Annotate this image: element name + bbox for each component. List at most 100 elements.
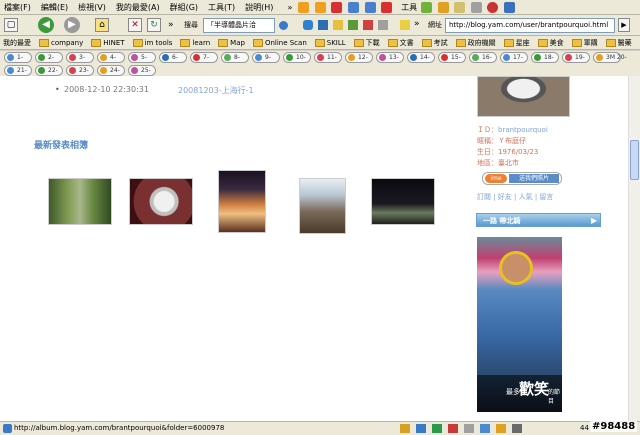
browser-tab[interactable]: 3-	[66, 52, 94, 63]
fav-folder-government[interactable]: 政府機關	[455, 38, 496, 48]
menu-tools[interactable]: 工具(T)	[208, 2, 235, 13]
refresh-button[interactable]: ↻	[147, 18, 161, 32]
tab-label: 11-	[327, 54, 337, 61]
toolbar-overflow-icon[interactable]: »	[168, 20, 174, 30]
album-thumbnail-bamboo[interactable]	[48, 178, 112, 225]
browser-tab[interactable]: 4-	[97, 52, 125, 63]
browser-tab[interactable]: 5-	[128, 52, 156, 63]
pin-icon[interactable]	[421, 1, 433, 13]
folder-icon[interactable]	[333, 20, 343, 30]
close-tab-icon[interactable]	[381, 1, 393, 13]
browser-tab[interactable]: 11-	[314, 52, 342, 63]
fav-folder-food[interactable]: 美食	[537, 38, 564, 48]
browser-tab[interactable]: 2-	[35, 52, 63, 63]
menu-view[interactable]: 檢視(V)	[78, 2, 106, 13]
pencil-icon[interactable]	[437, 1, 449, 13]
status-sound-icon	[512, 424, 522, 433]
album-thumbnail-cyclist[interactable]	[299, 178, 346, 234]
fav-folder-hinet[interactable]: HINET	[91, 38, 125, 47]
gear-icon[interactable]	[470, 1, 482, 13]
browser-tab[interactable]: 23-	[66, 65, 94, 76]
profile-id-value[interactable]: brantpourquoi	[498, 126, 548, 134]
search-input[interactable]: 「半導體晶片洽	[203, 18, 275, 33]
menu-group[interactable]: 群組(G)	[170, 2, 198, 13]
browser-tab[interactable]: 16-	[469, 52, 497, 63]
browser-tab[interactable]: 15-	[438, 52, 466, 63]
address-input[interactable]: http://blog.yam.com/user/brantpourquoi.h…	[445, 18, 615, 33]
news-icon[interactable]	[363, 20, 373, 30]
close-window-icon[interactable]	[331, 1, 343, 13]
new-page-icon[interactable]: ▢	[4, 18, 18, 32]
menu-help[interactable]: 說明(H)	[245, 2, 273, 13]
fav-folder-download[interactable]: 下載	[353, 38, 380, 48]
google-icon[interactable]	[318, 20, 328, 30]
forward-button[interactable]: ▶	[64, 17, 80, 33]
search-go-icon[interactable]	[279, 21, 288, 30]
browser-tab[interactable]: 21-	[4, 65, 32, 76]
menu-favorites[interactable]: 我的最愛(A)	[116, 2, 160, 13]
sidebar-banner[interactable]: 一路 帶北騎 ▶	[476, 213, 601, 227]
fav-folder-skill[interactable]: SKILL	[314, 38, 346, 47]
highlight-icon[interactable]	[400, 20, 410, 30]
folder-icon	[571, 38, 582, 47]
globe-icon[interactable]	[503, 1, 515, 13]
zoom-level[interactable]: 44	[580, 422, 589, 434]
fav-folder-documents[interactable]: 文書	[387, 38, 414, 48]
paw-icon[interactable]	[303, 20, 313, 30]
record-icon[interactable]	[487, 1, 499, 13]
browser-tab[interactable]: 18-	[531, 52, 559, 63]
fav-folder-im-tools[interactable]: im tools	[132, 38, 172, 47]
stop-button[interactable]: ✕	[128, 18, 142, 32]
browser-tab[interactable]: 10-	[283, 52, 311, 63]
home-icon[interactable]: ⌂	[95, 18, 109, 32]
orange-arrow-right-icon[interactable]	[314, 1, 326, 13]
browser-tab[interactable]: 1-	[4, 52, 32, 63]
orange-arrow-left-icon[interactable]	[298, 1, 310, 13]
lock-icon[interactable]	[454, 1, 466, 13]
browser-tab[interactable]: 8-	[221, 52, 249, 63]
browser-tab[interactable]: 14-	[407, 52, 435, 63]
fav-folder-astrology[interactable]: 星座	[503, 38, 530, 48]
album-thumbnail-lights[interactable]	[218, 170, 266, 233]
browser-tab[interactable]: 9-	[252, 52, 280, 63]
sidebar-ad-image[interactable]: 最多 歡笑 的節目	[477, 237, 562, 412]
album-thumbnail-night[interactable]	[371, 178, 435, 225]
browser-tab[interactable]: 19-	[562, 52, 590, 63]
browser-tab[interactable]: 24-	[97, 65, 125, 76]
browser-tab[interactable]: 17-	[500, 52, 528, 63]
ime-badge[interactable]: ime 送我們照片	[482, 172, 562, 185]
fav-folder-medicine[interactable]: 醫藥	[605, 38, 632, 48]
fav-folder-learn[interactable]: learn	[180, 38, 210, 47]
go-button[interactable]: ▶	[618, 18, 630, 32]
minimize-icon[interactable]	[347, 1, 359, 13]
browser-tab[interactable]: 22-	[35, 65, 63, 76]
tab-favicon-icon	[38, 54, 45, 61]
post-link[interactable]: 20081203-上海行-1	[178, 85, 254, 96]
browser-tab[interactable]: 12-	[345, 52, 373, 63]
tab-favicon-icon	[162, 54, 169, 61]
browser-tab[interactable]: 3M 20-	[593, 52, 627, 63]
restore-icon[interactable]	[364, 1, 376, 13]
tab-label: 10-	[296, 54, 306, 61]
fav-folder-online-scan[interactable]: Online Scan	[252, 38, 307, 47]
menu-edit[interactable]: 編輯(E)	[41, 2, 68, 13]
toolbar-overflow-2-icon[interactable]: »	[414, 19, 420, 29]
fav-folder-exam[interactable]: 考試	[421, 38, 448, 48]
fav-folder-company[interactable]: company	[39, 38, 83, 47]
browser-tab[interactable]: 13-	[376, 52, 404, 63]
vertical-scrollbar[interactable]	[628, 76, 640, 421]
back-button[interactable]: ◀	[38, 17, 54, 33]
fav-folder-map[interactable]: Map	[218, 38, 245, 47]
browser-tab[interactable]: 25-	[128, 65, 156, 76]
fav-folder-military[interactable]: 軍購	[571, 38, 598, 48]
options-icon[interactable]	[378, 20, 388, 30]
menu-overflow-icon[interactable]: »	[287, 3, 292, 12]
browser-tab[interactable]: 7-	[190, 52, 218, 63]
menu-file[interactable]: 檔案(F)	[4, 2, 31, 13]
browser-tab[interactable]: 6-	[159, 52, 187, 63]
profile-links[interactable]: 訂閱 | 好友 | 人氣 | 留言	[477, 192, 553, 202]
tools-label[interactable]: 工具	[401, 2, 417, 13]
image-icon[interactable]	[348, 20, 358, 30]
album-thumbnail-camera[interactable]	[129, 178, 193, 225]
scrollbar-thumb[interactable]	[630, 140, 639, 180]
